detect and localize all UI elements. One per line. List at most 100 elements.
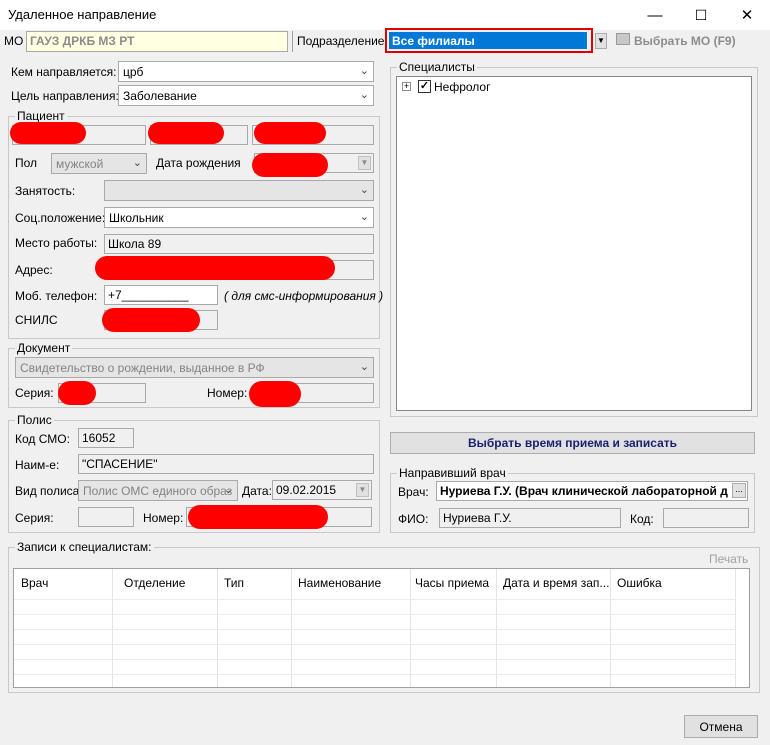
- fio-label: ФИО:: [398, 512, 429, 526]
- phone-field[interactable]: +7__________: [104, 285, 218, 305]
- mo-field[interactable]: ГАУЗ ДРКБ МЗ РТ: [26, 31, 288, 52]
- chevron-down-icon: ⌄: [359, 184, 369, 196]
- row-divider: [14, 659, 736, 660]
- document-series-label: Серия:: [15, 386, 54, 400]
- sent-by-select[interactable]: црб ⌄: [118, 61, 374, 82]
- redaction: [95, 256, 335, 280]
- redaction: [249, 381, 301, 407]
- chevron-down-icon: ⌄: [359, 65, 369, 77]
- row-divider: [14, 674, 736, 675]
- policy-type-value: Полис ОМС единого образ: [83, 484, 233, 498]
- doctor-field[interactable]: Нуриева Г.У. (Врач клинической лаборатор…: [436, 481, 748, 501]
- column-hours[interactable]: Часы приема: [415, 576, 489, 590]
- patient-group-title: Пациент: [15, 109, 67, 123]
- policy-type-label: Вид полиса:: [15, 484, 83, 498]
- column-error[interactable]: Ошибка: [617, 576, 662, 590]
- policy-name-label: Наим-е:: [15, 458, 60, 472]
- document-type-value: Свидетельство о рождении, выданное в РФ: [20, 361, 265, 375]
- schedule-button[interactable]: Выбрать время приема и записать: [390, 432, 755, 454]
- snils-label: СНИЛС: [15, 313, 58, 327]
- calendar-icon[interactable]: ▼: [358, 156, 371, 170]
- print-button[interactable]: Печать: [709, 552, 748, 566]
- redaction: [58, 381, 96, 405]
- address-label: Адрес:: [15, 263, 53, 277]
- specialists-tree[interactable]: [396, 76, 752, 411]
- smo-code-field[interactable]: 16052: [78, 428, 134, 448]
- social-select[interactable]: Школьник ⌄: [104, 207, 374, 228]
- phone-label: Моб. телефон:: [15, 289, 98, 303]
- fio-field[interactable]: Нуриева Г.У.: [439, 508, 621, 528]
- purpose-value: Заболевание: [123, 89, 197, 103]
- row-divider: [14, 599, 736, 600]
- row-divider: [14, 644, 736, 645]
- code-label: Код:: [630, 512, 654, 526]
- specialist-nephrologist[interactable]: Нефролог: [434, 80, 490, 94]
- window-title: Удаленное направление: [8, 7, 157, 22]
- calendar-icon[interactable]: ▼: [356, 483, 369, 497]
- doctor-label: Врач:: [398, 485, 429, 499]
- social-label: Соц.положение:: [15, 211, 106, 225]
- chevron-down-icon: ⌄: [132, 157, 142, 169]
- expand-icon[interactable]: +: [402, 82, 411, 91]
- column-doctor[interactable]: Врач: [21, 576, 48, 590]
- chevron-down-icon: ⌄: [359, 89, 369, 101]
- policy-number-label: Номер:: [143, 511, 184, 525]
- code-field[interactable]: [663, 508, 749, 528]
- subdivision-label: Подразделение: [297, 34, 385, 48]
- close-icon[interactable]: ✕: [724, 0, 770, 30]
- document-type-select[interactable]: Свидетельство о рождении, выданное в РФ …: [15, 357, 374, 378]
- mo-label: МО: [4, 34, 24, 48]
- policy-group-title: Полис: [15, 413, 54, 427]
- sex-select[interactable]: мужской ⌄: [51, 153, 147, 174]
- column-name[interactable]: Наименование: [298, 576, 381, 590]
- records-table[interactable]: Врач Отделение Тип Наименование Часы при…: [13, 568, 750, 688]
- minimize-icon[interactable]: —: [632, 0, 678, 30]
- row-divider: [14, 614, 736, 615]
- work-field[interactable]: Школа 89: [104, 234, 374, 254]
- policy-name-field[interactable]: "СПАСЕНИЕ": [78, 454, 374, 474]
- column-datetime[interactable]: Дата и время зап...: [503, 576, 609, 590]
- phone-hint: ( для смс-информирования ): [224, 289, 384, 303]
- specialists-group-title: Специалисты: [397, 60, 477, 74]
- sent-by-label: Кем направляется:: [11, 65, 117, 79]
- redaction: [252, 153, 328, 177]
- document-group-title: Документ: [15, 341, 73, 355]
- redaction: [148, 122, 224, 144]
- image-icon: [616, 33, 630, 45]
- redaction: [254, 122, 326, 144]
- select-mo-button[interactable]: Выбрать МО (F9): [634, 34, 736, 48]
- referring-doctor-group-title: Направивший врач: [397, 466, 508, 480]
- cancel-button[interactable]: Отмена: [684, 715, 758, 738]
- employment-label: Занятость:: [15, 184, 76, 198]
- chevron-down-icon[interactable]: ▼: [595, 33, 607, 49]
- purpose-select[interactable]: Заболевание ⌄: [118, 85, 374, 106]
- ellipsis-button[interactable]: ...: [732, 483, 746, 498]
- employment-select[interactable]: ⌄: [104, 180, 374, 201]
- policy-series-label: Серия:: [15, 511, 54, 525]
- checkbox-checked-icon[interactable]: ✓: [418, 80, 431, 93]
- maximize-icon[interactable]: ☐: [678, 0, 724, 30]
- document-number-label: Номер:: [207, 386, 248, 400]
- social-value: Школьник: [109, 211, 164, 225]
- sex-value: мужской: [56, 157, 104, 171]
- chevron-down-icon: ⌄: [359, 211, 369, 223]
- redaction: [10, 122, 86, 144]
- column-department[interactable]: Отделение: [124, 576, 185, 590]
- separator: [292, 31, 293, 52]
- sent-by-value: црб: [123, 65, 144, 79]
- subdivision-select[interactable]: Все филиалы: [389, 32, 587, 49]
- chevron-down-icon: ⌄: [223, 484, 233, 496]
- column-type[interactable]: Тип: [224, 576, 244, 590]
- row-divider: [14, 629, 736, 630]
- smo-code-label: Код СМО:: [15, 432, 70, 446]
- chevron-down-icon: ⌄: [359, 361, 369, 373]
- work-label: Место работы:: [15, 236, 98, 250]
- policy-series-field[interactable]: [78, 507, 134, 527]
- redaction: [188, 505, 328, 529]
- redaction: [102, 308, 200, 332]
- policy-type-select[interactable]: Полис ОМС единого образ ⌄: [78, 480, 238, 501]
- records-group-title: Записи к специалистам:: [15, 540, 154, 554]
- policy-date-label: Дата:: [242, 484, 272, 498]
- sex-label: Пол: [15, 156, 38, 170]
- doctor-value: Нуриева Г.У. (Врач клинической лаборатор…: [440, 484, 728, 498]
